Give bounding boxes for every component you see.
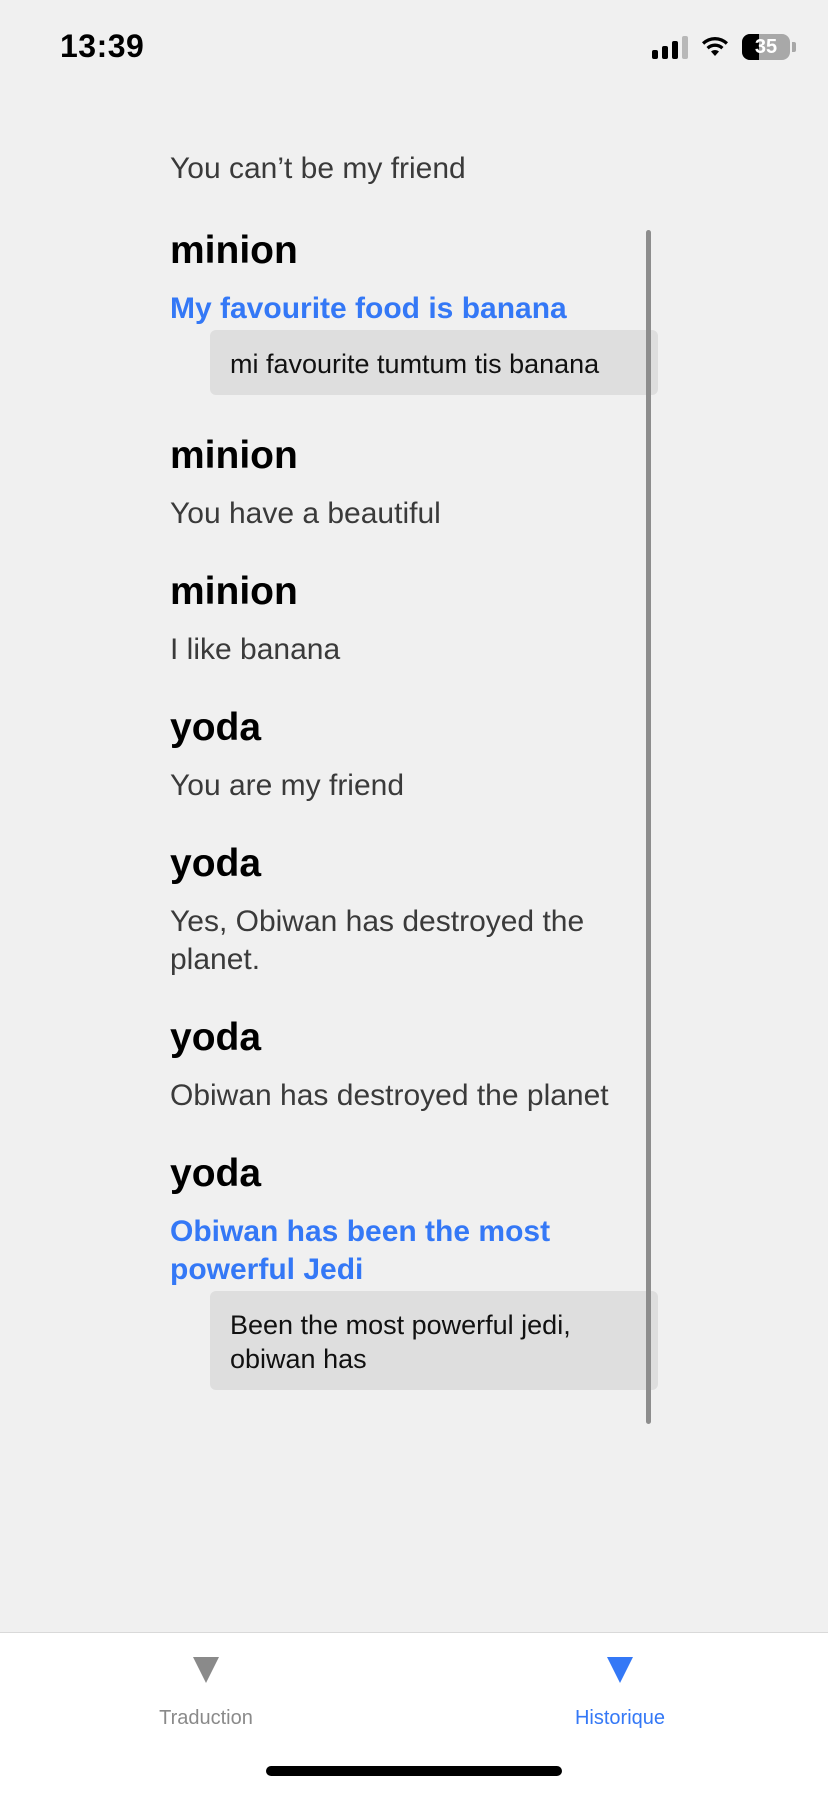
history-entry[interactable]: yoda Yes, Obiwan has destroyed the plane… (170, 841, 658, 979)
cellular-signal-icon (652, 35, 688, 59)
status-time: 13:39 (60, 28, 145, 64)
entry-type: minion (170, 229, 298, 272)
tab-historique[interactable]: Historique (520, 1633, 720, 1730)
history-entry[interactable]: minion I like banana (170, 569, 658, 669)
entry-text[interactable]: I like banana (170, 631, 658, 669)
tab-label: Historique (574, 1707, 666, 1729)
entry-text[interactable]: Obiwan has destroyed the planet (170, 1077, 658, 1115)
translation-result: Been the most powerful jedi, obiwan has (210, 1291, 658, 1390)
battery-icon: 35 (742, 34, 796, 60)
history-entry[interactable]: yoda Obiwan has destroyed the planet (170, 1015, 658, 1115)
triangle-down-icon (193, 1657, 219, 1683)
entry-type: yoda (170, 1152, 262, 1195)
battery-level: 35 (754, 35, 778, 58)
status-bar: 13:39 35 (0, 0, 828, 100)
status-icons: 35 (652, 34, 796, 60)
entry-text[interactable]: My favourite food is banana (170, 290, 658, 328)
tab-traduction[interactable]: Traduction (106, 1633, 306, 1730)
history-entry[interactable]: minion My favourite food is banana mi fa… (170, 228, 658, 395)
history-leading-text: You can’t be my friend (170, 152, 466, 185)
wifi-icon (702, 36, 728, 56)
tab-label: Traduction (159, 1707, 253, 1729)
entry-text[interactable]: Obiwan has been the most powerful Jedi (170, 1213, 658, 1289)
scrollbar[interactable] (646, 230, 651, 1424)
entry-type: minion (170, 434, 298, 477)
history-entry[interactable]: minion You have a beautiful (170, 433, 658, 533)
translation-result: mi favourite tumtum tis banana (210, 330, 658, 395)
entry-text[interactable]: You have a beautiful (170, 495, 658, 533)
history-entry[interactable]: yoda Obiwan has been the most powerful J… (170, 1151, 658, 1390)
entry-type: yoda (170, 706, 262, 749)
triangle-down-icon (607, 1657, 633, 1683)
entry-type: minion (170, 570, 298, 613)
home-indicator[interactable] (266, 1766, 562, 1776)
entry-type: yoda (170, 842, 262, 885)
history-list[interactable]: You can’t be my friend minion My favouri… (170, 150, 658, 1390)
entry-text[interactable]: You are my friend (170, 767, 658, 805)
entry-text[interactable]: Yes, Obiwan has destroyed the planet. (170, 903, 658, 979)
history-entry[interactable]: yoda You are my friend (170, 705, 658, 805)
entry-type: yoda (170, 1016, 262, 1059)
